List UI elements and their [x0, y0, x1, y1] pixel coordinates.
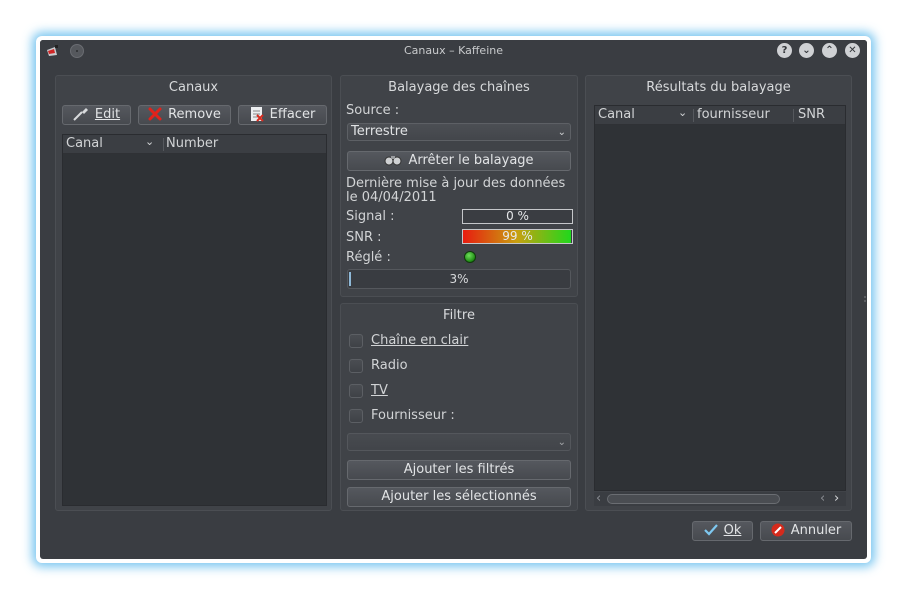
column-separator [793, 109, 794, 122]
cancel-icon [771, 523, 785, 536]
ok-check-icon [703, 523, 718, 536]
cancel-button[interactable]: Annuler [760, 521, 852, 541]
remove-button[interactable]: Remove [138, 105, 231, 125]
ok-button[interactable]: Ok [692, 521, 753, 541]
stop-scan-button[interactable]: Arrêter le balayage [347, 151, 571, 171]
window-title: Canaux – Kaffeine [403, 44, 503, 57]
cancel-label: Annuler [790, 523, 842, 538]
column-canal[interactable]: Canal [598, 107, 635, 122]
title-bar[interactable]: Canaux – Kaffeine ? ⌄ ⌃ ✕ [40, 40, 867, 62]
resize-grip [864, 300, 866, 302]
chevron-down-icon: ⌄ [557, 437, 566, 448]
clear-button[interactable]: Effacer [238, 105, 327, 125]
remove-icon [148, 107, 162, 120]
channels-list-header: Canal ⌄ Number [63, 135, 326, 154]
scan-panel: Balayage des chaînes Source : Terrestre … [340, 75, 578, 297]
tv-label[interactable]: TV [371, 383, 388, 398]
filter-panel: Filtre Chaîne en clair Radio TV Fourniss… [340, 303, 578, 511]
channels-title: Canaux [168, 80, 219, 95]
close-button[interactable]: ✕ [845, 43, 860, 58]
provider-label[interactable]: Fournisseur : [371, 408, 455, 423]
kaffeine-channels-dialog: Canaux – Kaffeine ? ⌄ ⌃ ✕ Canaux Edit Re… [40, 40, 867, 559]
results-list[interactable]: Canal ⌄ fournisseur SNR [594, 105, 846, 491]
source-value: Terrestre [351, 124, 408, 139]
signal-label: Signal : [346, 209, 395, 224]
signal-value: 0 % [506, 209, 529, 223]
maximize-button[interactable]: ⌃ [822, 43, 837, 58]
radio-label[interactable]: Radio [371, 358, 408, 373]
ok-label: Ok [723, 523, 742, 538]
provider-checkbox[interactable] [349, 409, 363, 423]
stop-scan-label: Arrêter le balayage [408, 153, 534, 168]
edit-button[interactable]: Edit [62, 105, 131, 125]
scan-progress-text: 3% [449, 272, 469, 286]
add-filtered-button[interactable]: Ajouter les filtrés [347, 460, 571, 480]
scrollbar-thumb[interactable] [607, 494, 780, 504]
radio-checkbox[interactable] [349, 359, 363, 373]
snr-meter: 99 % [462, 229, 573, 244]
last-update-text: Dernière mise à jour des données le 04/0… [346, 176, 566, 205]
column-canal[interactable]: Canal [66, 136, 103, 151]
scan-progress-bar: 3% [347, 269, 571, 289]
scroll-right-arrow-icon[interactable]: › [834, 491, 839, 506]
results-horizontal-scrollbar[interactable]: ‹ ‹ › [594, 491, 846, 506]
tuned-led-icon [464, 251, 476, 263]
help-button[interactable]: ? [777, 43, 792, 58]
tv-checkbox[interactable] [349, 384, 363, 398]
chevron-down-icon: ⌄ [557, 127, 566, 138]
edit-icon [73, 107, 88, 121]
scan-progress-fill [349, 272, 351, 286]
column-provider[interactable]: fournisseur [697, 107, 770, 122]
channels-list[interactable]: Canal ⌄ Number [62, 134, 327, 506]
edit-label: Edit [94, 107, 121, 122]
clear-label: Effacer [269, 107, 316, 122]
add-selected-button[interactable]: Ajouter les sélectionnés [347, 487, 571, 507]
column-separator [163, 138, 164, 151]
binoculars-icon [384, 155, 402, 165]
scroll-left-arrow-icon[interactable]: ‹ [820, 491, 825, 506]
signal-meter: 0 % [462, 209, 573, 224]
resize-grip [864, 296, 866, 298]
column-snr[interactable]: SNR [798, 107, 825, 122]
results-panel: Résultats du balayage Canal ⌄ fournisseu… [585, 75, 852, 511]
snr-label: SNR : [346, 230, 382, 245]
minimize-button[interactable]: ⌄ [799, 43, 814, 58]
scan-title: Balayage des chaînes [388, 80, 530, 95]
free-to-air-checkbox[interactable] [349, 334, 363, 348]
source-label: Source : [346, 103, 400, 118]
scroll-left-arrow-icon[interactable]: ‹ [596, 491, 601, 506]
remove-label: Remove [168, 107, 221, 122]
snr-value: 99 % [502, 229, 533, 243]
results-list-header: Canal ⌄ fournisseur SNR [595, 106, 845, 125]
free-to-air-label[interactable]: Chaîne en clair [371, 333, 468, 348]
channels-panel: Canaux Edit Remove Effacer Canal ⌄ Numbe… [55, 75, 332, 511]
provider-select[interactable]: ⌄ [347, 433, 571, 451]
clear-icon [250, 106, 264, 122]
filter-title: Filtre [443, 308, 475, 323]
results-title: Résultats du balayage [646, 80, 791, 95]
tuned-label: Réglé : [346, 250, 391, 265]
column-number[interactable]: Number [166, 136, 218, 151]
column-separator [693, 109, 694, 122]
sort-chevron-down-icon: ⌄ [145, 135, 155, 148]
source-select[interactable]: Terrestre ⌄ [347, 123, 571, 141]
sort-chevron-down-icon: ⌄ [678, 106, 688, 119]
